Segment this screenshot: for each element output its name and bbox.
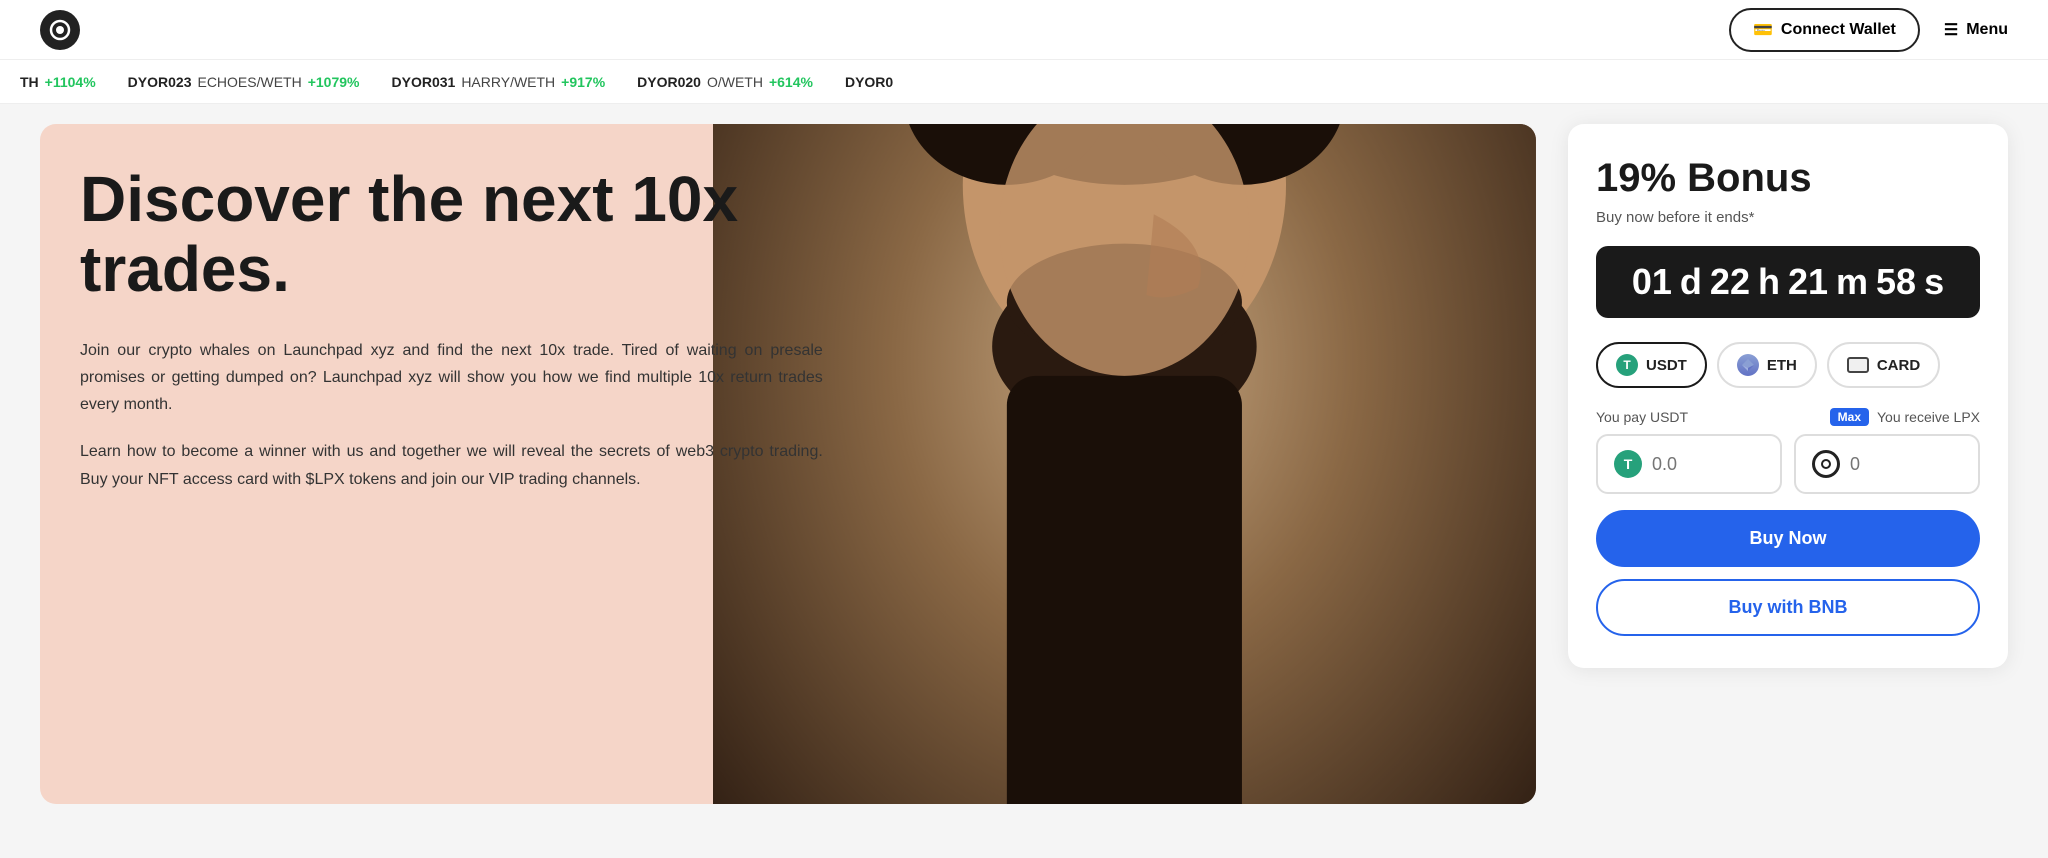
max-button[interactable]: Max bbox=[1830, 408, 1869, 426]
ticker-item-5: DYOR0 bbox=[845, 74, 893, 90]
hero-content: Discover the next 10x trades. Join our c… bbox=[40, 124, 863, 553]
pay-input-field: T bbox=[1596, 434, 1782, 494]
eth-icon bbox=[1737, 354, 1759, 376]
wallet-icon: 💳 bbox=[1753, 20, 1773, 40]
buy-now-button[interactable]: Buy Now bbox=[1596, 510, 1980, 567]
connect-wallet-label: Connect Wallet bbox=[1781, 21, 1896, 39]
timer-days-value: 01 bbox=[1632, 264, 1672, 300]
main-container: Discover the next 10x trades. Join our c… bbox=[0, 104, 2048, 824]
hero-desc-1: Join our crypto whales on Launchpad xyz … bbox=[80, 337, 823, 419]
pay-input[interactable] bbox=[1652, 454, 1764, 475]
pay-label: You pay USDT bbox=[1596, 409, 1688, 425]
timer-days: 01 bbox=[1632, 264, 1672, 300]
ticker-item-1: TH +1104% bbox=[20, 74, 96, 90]
usdt-icon: T bbox=[1616, 354, 1638, 376]
countdown-timer: 01 d 22 h 21 m 58 s bbox=[1596, 246, 1980, 318]
ticker-pct-2: +1079% bbox=[308, 74, 360, 90]
tab-eth-label: ETH bbox=[1767, 357, 1797, 374]
ticker-pair-2: ECHOES/WETH bbox=[197, 74, 301, 90]
right-panel: 19% Bonus Buy now before it ends* 01 d 2… bbox=[1568, 124, 2008, 668]
timer-seconds: 58 bbox=[1876, 264, 1916, 300]
timer-hours: 22 bbox=[1710, 264, 1750, 300]
timer-days-label: d bbox=[1680, 264, 1702, 300]
hero-title: Discover the next 10x trades. bbox=[80, 164, 823, 305]
ticker-item-2: DYOR023 ECHOES/WETH +1079% bbox=[128, 74, 360, 90]
ticker-item-3: DYOR031 HARRY/WETH +917% bbox=[392, 74, 606, 90]
tab-card[interactable]: CARD bbox=[1827, 342, 1940, 388]
ticker-label-5: DYOR0 bbox=[845, 74, 893, 90]
menu-label: Menu bbox=[1966, 21, 2008, 39]
inputs-row: T bbox=[1596, 434, 1980, 494]
tab-usdt-label: USDT bbox=[1646, 357, 1687, 374]
ticker-label-1: TH bbox=[20, 74, 39, 90]
buy-bnb-button[interactable]: Buy with BNB bbox=[1596, 579, 1980, 636]
ticker-label-3: DYOR031 bbox=[392, 74, 456, 90]
receive-label: You receive LPX bbox=[1877, 409, 1980, 425]
lpx-input-icon bbox=[1812, 450, 1840, 478]
ticker-bar: TH +1104% DYOR023 ECHOES/WETH +1079% DYO… bbox=[0, 60, 2048, 104]
receive-input-field bbox=[1794, 434, 1980, 494]
ticker-pct-1: +1104% bbox=[45, 74, 96, 90]
timer-seconds-value: 58 bbox=[1876, 264, 1916, 300]
input-labels-row: You pay USDT Max You receive LPX bbox=[1596, 408, 1980, 426]
card-icon bbox=[1847, 357, 1869, 373]
header: 💳 Connect Wallet ☰ Menu bbox=[0, 0, 2048, 60]
tab-usdt[interactable]: T USDT bbox=[1596, 342, 1707, 388]
bonus-title: 19% Bonus bbox=[1596, 156, 1980, 201]
tab-card-label: CARD bbox=[1877, 357, 1920, 374]
timer-hours-label: h bbox=[1758, 264, 1780, 300]
header-right: 💳 Connect Wallet ☰ Menu bbox=[1729, 8, 2008, 52]
ticker-pct-4: +614% bbox=[769, 74, 813, 90]
timer-minutes: 21 bbox=[1788, 264, 1828, 300]
ticker-label-4: DYOR020 bbox=[637, 74, 701, 90]
timer-seconds-label: s bbox=[1924, 264, 1944, 300]
timer-minutes-value: 21 bbox=[1788, 264, 1828, 300]
payment-tabs: T USDT ETH CARD bbox=[1596, 342, 1980, 388]
timer-hours-value: 22 bbox=[1710, 264, 1750, 300]
ticker-pct-3: +917% bbox=[561, 74, 605, 90]
receive-input[interactable] bbox=[1850, 454, 1962, 475]
menu-button[interactable]: ☰ Menu bbox=[1944, 20, 2008, 40]
ticker-label-2: DYOR023 bbox=[128, 74, 192, 90]
tab-eth[interactable]: ETH bbox=[1717, 342, 1817, 388]
bonus-subtitle: Buy now before it ends* bbox=[1596, 209, 1980, 226]
hero-desc-2: Learn how to become a winner with us and… bbox=[80, 438, 823, 492]
logo-area bbox=[40, 10, 80, 50]
ticker-pair-3: HARRY/WETH bbox=[461, 74, 555, 90]
logo-icon bbox=[40, 10, 80, 50]
menu-icon: ☰ bbox=[1944, 20, 1958, 40]
ticker-item-4: DYOR020 O/WETH +614% bbox=[637, 74, 813, 90]
ticker-inner: TH +1104% DYOR023 ECHOES/WETH +1079% DYO… bbox=[0, 74, 913, 90]
connect-wallet-button[interactable]: 💳 Connect Wallet bbox=[1729, 8, 1920, 52]
timer-minutes-label: m bbox=[1836, 264, 1868, 300]
usdt-input-icon: T bbox=[1614, 450, 1642, 478]
hero-section: Discover the next 10x trades. Join our c… bbox=[40, 124, 1536, 804]
ticker-pair-4: O/WETH bbox=[707, 74, 763, 90]
